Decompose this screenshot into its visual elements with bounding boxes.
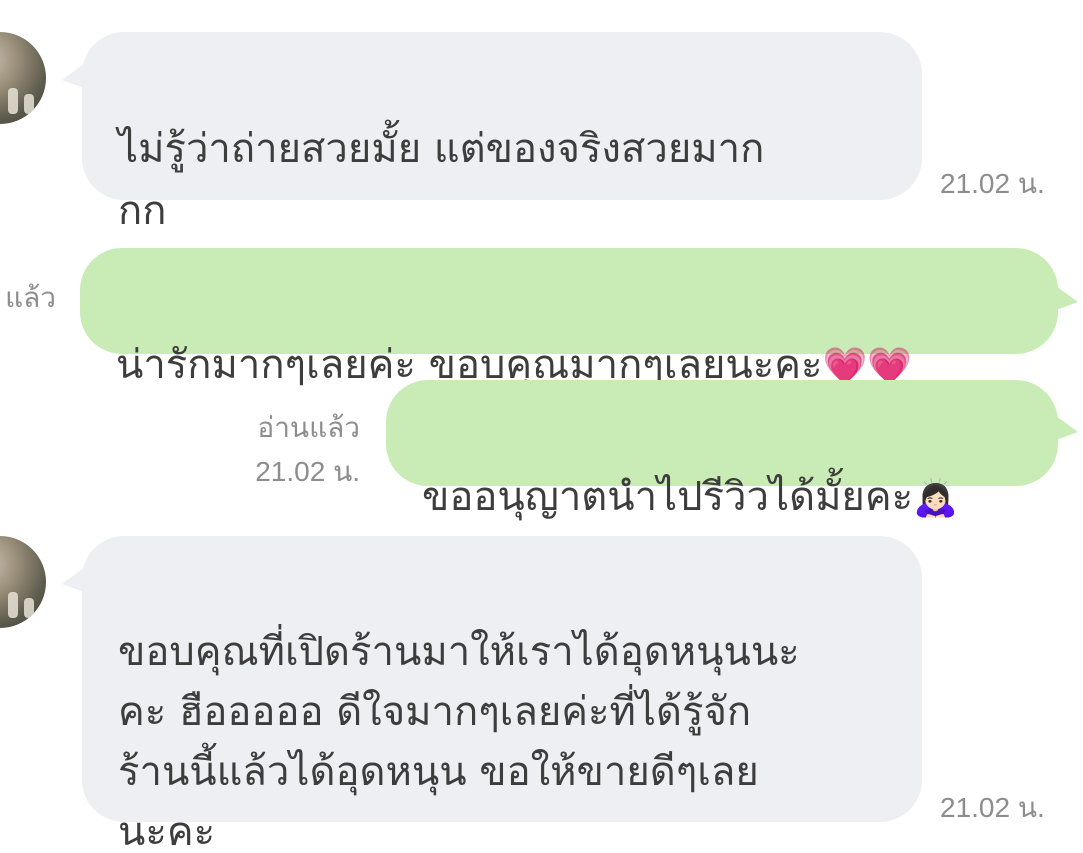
message-time: 21.02 น. — [255, 456, 360, 487]
bubble-tail — [1056, 416, 1078, 440]
message-time: 21.02 น. — [940, 168, 1045, 199]
message-text: ไม่รู้ว่าถ่ายสวยมั้ย แต่ของจริงสวยมาก กก — [118, 126, 765, 234]
bowing-woman-emoji-icon: 🙇🏻‍♀️ — [913, 478, 958, 519]
contact-avatar[interactable] — [0, 32, 46, 124]
outgoing-message-bubble[interactable]: ขออนุญาตนำไปรีวิวได้มั้ยคะ🙇🏻‍♀️ — [386, 380, 1058, 520]
read-status: แล้ว — [5, 282, 56, 313]
bubble-tail — [1056, 286, 1078, 310]
outgoing-message-bubble[interactable]: น่ารักมากๆเลยค่ะ ขอบคุณมากๆเลยนะคะ💗💗 — [80, 248, 1058, 388]
contact-avatar[interactable] — [0, 536, 46, 628]
incoming-message-bubble[interactable]: ไม่รู้ว่าถ่ายสวยมั้ย แต่ของจริงสวยมาก กก — [82, 32, 922, 234]
bubble-tail — [62, 64, 84, 88]
chat-thread: ไม่รู้ว่าถ่ายสวยมั้ย แต่ของจริงสวยมาก กก… — [0, 0, 1083, 853]
message-text: ขอบคุณที่เปิดร้านมาให้เราได้อุดหนุนนะ คะ… — [118, 629, 800, 853]
incoming-message-bubble[interactable]: ขอบคุณที่เปิดร้านมาให้เราได้อุดหนุนนะ คะ… — [82, 536, 922, 853]
bubble-tail — [62, 568, 84, 592]
message-time: 21.02 น. — [940, 792, 1045, 823]
read-status: อ่านแล้ว — [257, 412, 360, 443]
message-text: ขออนุญาตนำไปรีวิวได้มั้ยคะ — [422, 474, 914, 520]
